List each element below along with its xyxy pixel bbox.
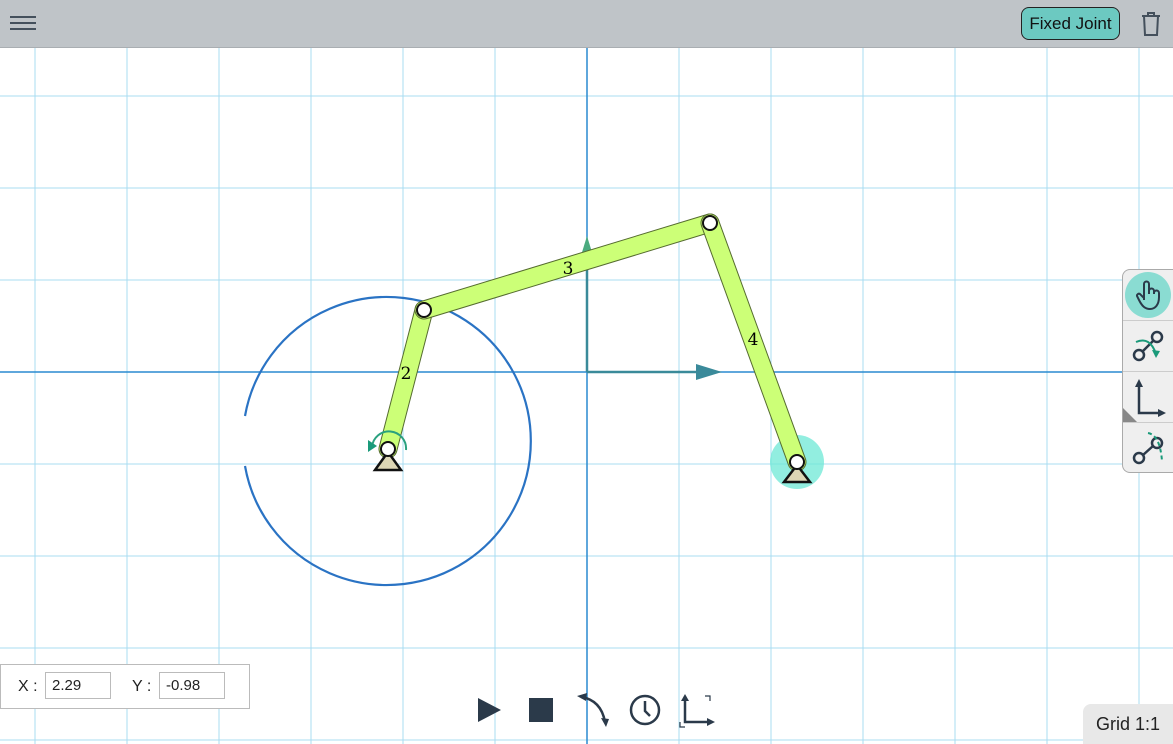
tool-sidebar bbox=[1122, 269, 1173, 473]
top-bar: Fixed Joint bbox=[0, 0, 1173, 48]
trash-icon[interactable] bbox=[1140, 10, 1162, 38]
joint-b[interactable] bbox=[416, 302, 432, 318]
animation-controls bbox=[470, 688, 716, 732]
direction-button[interactable] bbox=[574, 690, 612, 730]
joint-a[interactable] bbox=[380, 441, 396, 457]
link-4-label: 4 bbox=[748, 330, 759, 350]
axes-origin-icon bbox=[679, 694, 715, 728]
mechanism-canvas[interactable]: 2 3 4 bbox=[0, 48, 1173, 744]
fixed-joint-button[interactable]: Fixed Joint bbox=[1021, 7, 1120, 40]
grid-scale-label[interactable]: Grid 1:1 bbox=[1083, 704, 1173, 744]
hand-pointer-icon bbox=[1125, 272, 1171, 318]
link-2-label: 2 bbox=[401, 364, 412, 384]
tool-add-input[interactable] bbox=[1123, 321, 1173, 372]
stop-button[interactable] bbox=[522, 690, 560, 730]
rotate-direction-icon bbox=[577, 693, 609, 727]
x-label: X : bbox=[18, 678, 38, 695]
submenu-corner bbox=[1123, 408, 1137, 422]
coupler-path-icon bbox=[1132, 431, 1164, 464]
play-button[interactable] bbox=[470, 690, 508, 730]
link-3-label: 3 bbox=[563, 259, 574, 279]
tool-pan-select[interactable] bbox=[1123, 270, 1173, 321]
tool-path[interactable] bbox=[1123, 423, 1173, 474]
origin-button[interactable] bbox=[678, 690, 716, 730]
play-icon bbox=[478, 698, 501, 722]
time-button[interactable] bbox=[626, 690, 664, 730]
coordinates-panel: X : Y : bbox=[0, 664, 250, 709]
y-label: Y : bbox=[132, 678, 152, 695]
stop-icon bbox=[529, 698, 553, 722]
joint-c[interactable] bbox=[702, 215, 718, 231]
joint-d[interactable] bbox=[789, 454, 805, 470]
clock-icon bbox=[629, 694, 661, 726]
y-input[interactable] bbox=[159, 672, 225, 699]
tool-coordinate-frame[interactable] bbox=[1123, 372, 1173, 423]
x-input[interactable] bbox=[45, 672, 111, 699]
hamburger-icon[interactable] bbox=[10, 12, 36, 34]
rotation-input-icon bbox=[1132, 330, 1164, 362]
